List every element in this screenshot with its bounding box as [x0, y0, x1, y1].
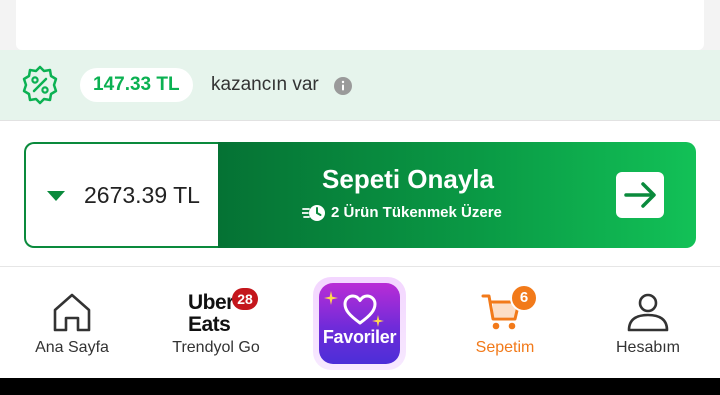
favorites-tile: Favoriler [319, 283, 400, 364]
savings-text: kazancın var [211, 74, 319, 95]
info-icon[interactable] [333, 76, 353, 96]
nav-item-cart[interactable]: Sepetim [455, 267, 555, 379]
go-badge: 28 [232, 288, 258, 310]
nav-item-account[interactable]: Hesabım [598, 267, 698, 379]
home-icon [53, 293, 91, 332]
cart-total-toggle[interactable]: 2673.39 TL [24, 142, 224, 248]
cart-total: 2673.39 TL [84, 182, 200, 208]
cart-screen: 147.33 TL kazancın var 2673.39 TL Sepeti… [0, 0, 720, 395]
stock-warning: 2 Ürün Tükenmek Üzere [302, 202, 502, 222]
cart-count-badge: 6 [510, 284, 538, 312]
cart-content-card [16, 0, 704, 50]
confirm-cart-button[interactable]: Sepeti Onayla 2 Ürün Tükenmek Üzere [218, 142, 696, 248]
nav-label-cart: Sepetim [475, 339, 535, 356]
sparkle-icon [324, 291, 338, 305]
nav-label-account: Hesabım [615, 339, 681, 356]
nav-label-home: Ana Sayfa [35, 339, 109, 356]
uber-logo-text: Uber [188, 291, 234, 314]
clock-fast-icon [302, 205, 325, 221]
checkout-bar: 2673.39 TL Sepeti Onayla 2 Ürün Tükenmek… [0, 120, 720, 266]
savings-banner: 147.33 TL kazancın var [0, 50, 720, 120]
savings-amount: 147.33 TL [80, 68, 193, 102]
caret-down-icon [47, 191, 65, 201]
confirm-cart-label: Sepeti Onayla [322, 164, 494, 194]
eats-logo-text: Eats [188, 313, 231, 336]
nav-item-home[interactable]: Ana Sayfa [22, 267, 122, 379]
confirm-arrow-button[interactable] [616, 172, 664, 218]
nav-label-trendyol-go: Trendyol Go [172, 339, 260, 356]
system-navigation-bar [0, 378, 720, 395]
discount-badge-icon [22, 65, 58, 105]
user-icon [627, 293, 669, 332]
favorites-label: Favoriler [322, 327, 397, 347]
arrow-right-icon [624, 182, 656, 208]
favorites-button[interactable]: Favoriler [313, 277, 406, 370]
sparkle-icon [372, 315, 384, 327]
stock-warning-text: 2 Ürün Tükenmek Üzere [331, 203, 502, 221]
uber-eats-logo: Uber Eats 28 [188, 288, 258, 336]
